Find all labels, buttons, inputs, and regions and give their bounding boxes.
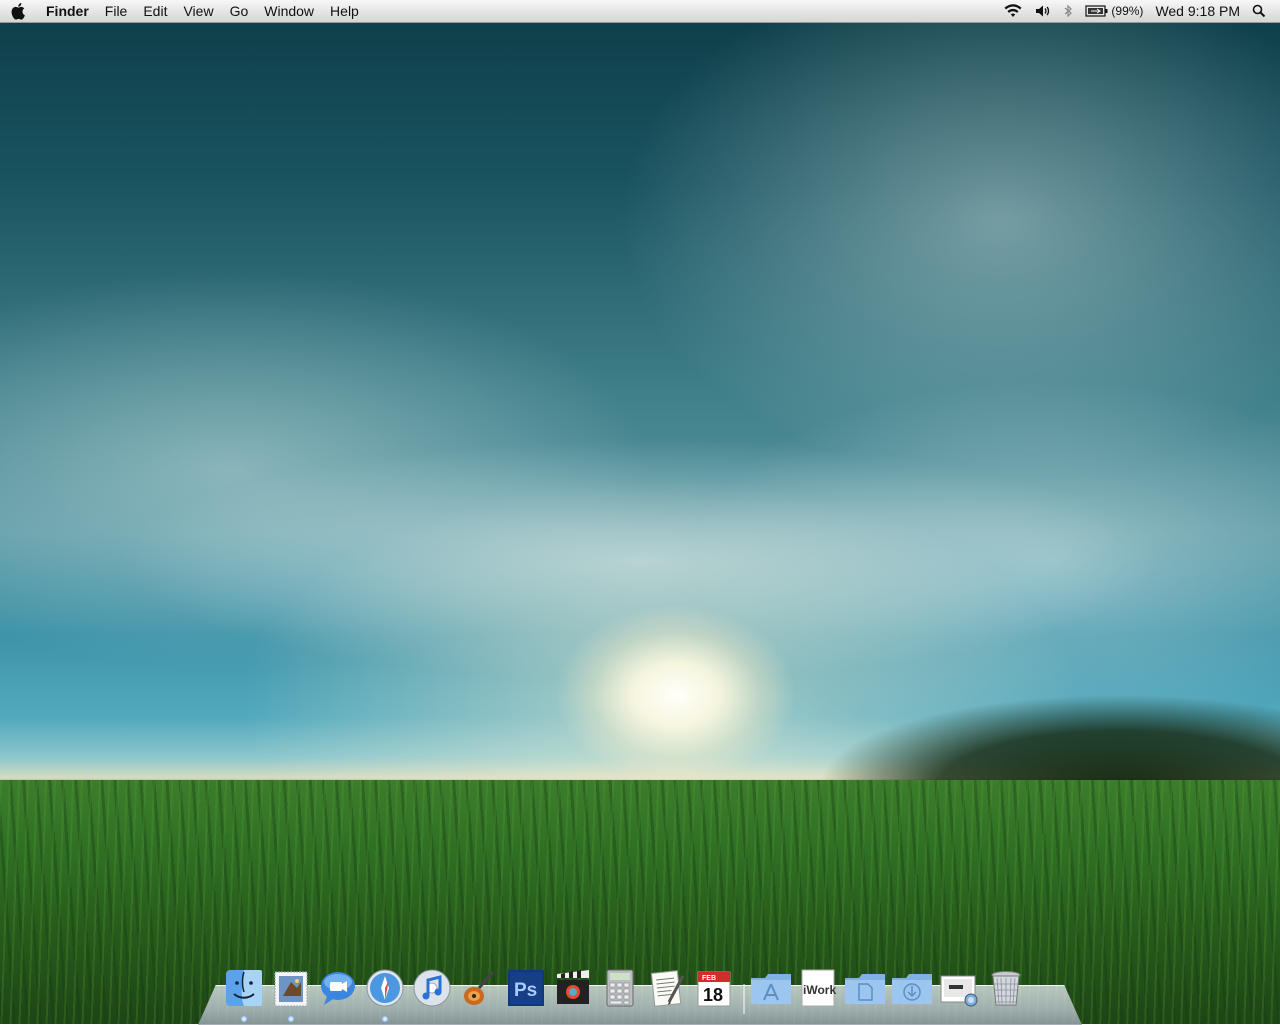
clock[interactable]: Wed 9:18 PM (1149, 3, 1246, 19)
iwork-icon[interactable]: iWork (796, 966, 840, 1010)
apple-icon[interactable] (0, 2, 38, 20)
svg-text:FEB: FEB (702, 975, 716, 982)
wifi-icon[interactable] (997, 4, 1029, 18)
battery-icon (1085, 5, 1108, 17)
calculator-icon[interactable] (598, 966, 642, 1010)
imovie-icon[interactable] (551, 966, 595, 1010)
safari-icon[interactable] (363, 966, 407, 1022)
dock: Ps FEB 18 iWork (222, 962, 1031, 1022)
battery-status[interactable]: (99%) (1079, 4, 1149, 18)
trash-icon[interactable] (984, 966, 1028, 1010)
volume-icon[interactable] (1029, 4, 1057, 18)
spotlight-icon[interactable] (1246, 4, 1280, 18)
menu-bar: Finder File Edit View Go Window Help (99… (0, 0, 1280, 23)
svg-text:18: 18 (703, 985, 723, 1005)
menu-go[interactable]: Go (222, 0, 257, 22)
menu-file[interactable]: File (97, 0, 136, 22)
menu-finder[interactable]: Finder (38, 0, 97, 22)
bluetooth-icon[interactable] (1057, 4, 1079, 18)
downloads-folder-icon[interactable] (890, 966, 934, 1010)
battery-percent: (99%) (1111, 4, 1144, 18)
photoshop-icon[interactable]: Ps (504, 966, 548, 1010)
svg-text:iWork: iWork (803, 983, 836, 997)
menu-edit[interactable]: Edit (135, 0, 175, 22)
menu-window[interactable]: Window (256, 0, 322, 22)
garageband-icon[interactable] (457, 966, 501, 1010)
status-area: (99%) Wed 9:18 PM (997, 0, 1280, 22)
dock-separator (739, 970, 749, 1014)
menu-help[interactable]: Help (322, 0, 367, 22)
textedit-icon[interactable] (645, 966, 689, 1010)
menu-view[interactable]: View (175, 0, 221, 22)
documents-folder-icon[interactable] (843, 966, 887, 1010)
running-indicator (382, 1016, 388, 1022)
itunes-icon[interactable] (410, 966, 454, 1010)
svg-text:Ps: Ps (514, 980, 537, 1001)
ichat-icon[interactable] (316, 966, 360, 1010)
ical-icon[interactable]: FEB 18 (692, 966, 736, 1010)
applications-folder-icon[interactable] (749, 966, 793, 1010)
preview-icon[interactable] (937, 966, 981, 1010)
finder-icon[interactable] (222, 966, 266, 1022)
running-indicator (241, 1016, 247, 1022)
mail-icon[interactable] (269, 966, 313, 1022)
running-indicator (288, 1016, 294, 1022)
